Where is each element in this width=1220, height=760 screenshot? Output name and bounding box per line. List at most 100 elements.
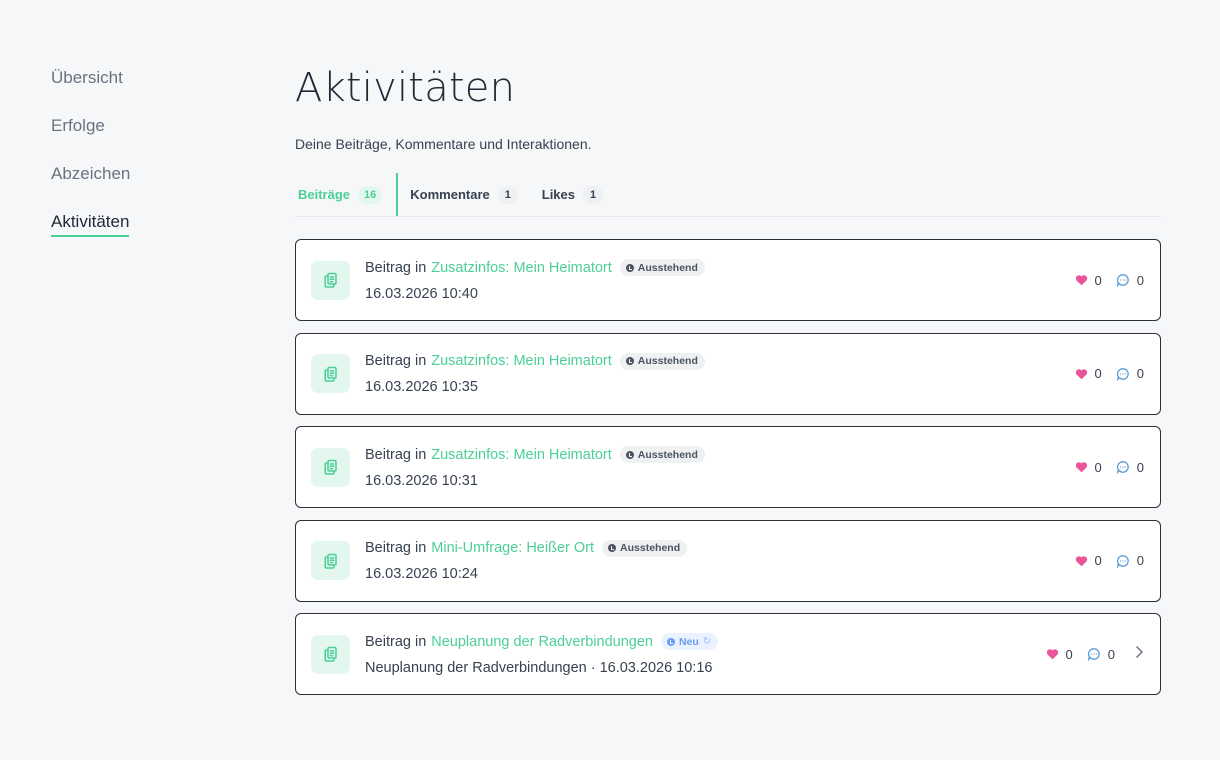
sidebar-item-activities[interactable]: Aktivitäten bbox=[51, 208, 231, 256]
status-badge: Ausstehend bbox=[619, 446, 705, 463]
status-label: Ausstehend bbox=[620, 542, 681, 554]
chat-bubble-icon bbox=[1087, 648, 1100, 661]
clipboard-copy-icon bbox=[311, 260, 350, 300]
comment-count-value: 0 bbox=[1136, 272, 1144, 288]
status-badge: Ausstehend bbox=[619, 259, 705, 276]
page-title: Aktivitäten bbox=[295, 65, 516, 111]
post-card[interactable]: Beitrag in Zusatzinfos: Mein Heimatort A… bbox=[295, 332, 1161, 415]
chat-bubble-icon bbox=[1116, 554, 1129, 568]
post-prefix: Beitrag in bbox=[365, 540, 427, 556]
post-prefix: Beitrag in bbox=[365, 633, 427, 650]
like-count-value: 0 bbox=[1094, 553, 1102, 568]
chevron-right-icon[interactable] bbox=[1135, 645, 1144, 664]
clock-icon bbox=[625, 263, 634, 272]
post-details: 16.03.2026 10:35 bbox=[365, 379, 478, 395]
post-topic-link[interactable]: Neuplanung der Radverbindungen bbox=[431, 634, 653, 650]
post-card-body: Beitrag in Zusatzinfos: Mein Heimatort A… bbox=[365, 257, 1075, 304]
post-prefix: Beitrag in bbox=[365, 259, 427, 276]
comment-count-value: 0 bbox=[1107, 646, 1115, 662]
comment-count-value: 0 bbox=[1136, 553, 1144, 568]
comment-count: 0 bbox=[1087, 647, 1115, 662]
post-card[interactable]: Beitrag in Zusatzinfos: Mein Heimatort A… bbox=[295, 239, 1161, 321]
sidebar-item-achievements[interactable]: Erfolge bbox=[51, 112, 231, 160]
status-badge: Ausstehend bbox=[602, 539, 688, 557]
clipboard-copy-icon bbox=[311, 634, 350, 674]
clipboard-copy-icon bbox=[311, 541, 350, 580]
clock-icon bbox=[608, 544, 617, 552]
tab-label: Beiträge bbox=[298, 187, 351, 202]
post-card[interactable]: Beitrag in Zusatzinfos: Mein Heimatort A… bbox=[295, 426, 1161, 508]
chat-bubble-icon bbox=[1116, 274, 1129, 287]
post-prefix: Beitrag in bbox=[365, 446, 427, 463]
post-topic-link[interactable]: Zusatzinfos: Mein Heimatort bbox=[431, 353, 612, 369]
post-topic-link[interactable]: Zusatzinfos: Mein Heimatort bbox=[431, 260, 612, 276]
status-label: Ausstehend bbox=[637, 261, 698, 274]
like-count-value: 0 bbox=[1094, 272, 1102, 288]
status-badge: Neu ↻ bbox=[660, 633, 719, 650]
post-card[interactable]: Beitrag in Mini-Umfrage: Heißer Ort Auss… bbox=[295, 519, 1161, 602]
tab-comments[interactable]: Kommentare 1 bbox=[398, 173, 529, 216]
refresh-icon: ↻ bbox=[702, 636, 712, 647]
tab-posts[interactable]: Beiträge 16 bbox=[295, 173, 399, 216]
sidebar-item-label: Übersicht bbox=[51, 68, 123, 87]
status-badge: Ausstehend bbox=[619, 352, 705, 370]
like-count-value: 0 bbox=[1065, 646, 1073, 662]
clipboard-copy-icon bbox=[311, 354, 350, 393]
tab-count-badge: 16 bbox=[358, 185, 383, 204]
comment-count: 0 bbox=[1116, 553, 1144, 568]
post-card-body: Beitrag in Mini-Umfrage: Heißer Ort Auss… bbox=[365, 537, 1075, 584]
heart-icon bbox=[1075, 368, 1087, 379]
sidebar-item-label: Abzeichen bbox=[51, 164, 131, 183]
heart-icon bbox=[1046, 649, 1058, 660]
post-heading: Beitrag in Zusatzinfos: Mein Heimatort A… bbox=[365, 350, 1075, 372]
page-subtitle: Deine Beiträge, Kommentare und Interakti… bbox=[295, 136, 592, 152]
post-details: 16.03.2026 10:40 bbox=[365, 285, 478, 302]
status-label: Ausstehend bbox=[637, 448, 698, 461]
post-stats: 0 0 bbox=[1075, 460, 1144, 475]
tab-label: Kommentare bbox=[410, 187, 490, 202]
post-stats: 0 0 bbox=[1075, 273, 1144, 288]
post-stats: 0 0 bbox=[1075, 553, 1144, 568]
clipboard-copy-icon bbox=[311, 447, 350, 487]
post-topic-link[interactable]: Zusatzinfos: Mein Heimatort bbox=[431, 447, 612, 463]
activities-page: Übersicht Erfolge Abzeichen Aktivitäten … bbox=[0, 0, 1220, 760]
heart-icon bbox=[1075, 462, 1087, 473]
post-details: 16.03.2026 10:24 bbox=[365, 566, 478, 582]
status-label: Neu bbox=[678, 635, 699, 648]
tab-count-badge: 1 bbox=[583, 185, 603, 204]
tab-count-badge: 1 bbox=[497, 185, 518, 204]
activity-tabs: Beiträge 16 Kommentare 1 Likes 1 bbox=[295, 173, 1161, 217]
sidebar-item-label: Aktivitäten bbox=[51, 211, 130, 237]
sidebar-item-badges[interactable]: Abzeichen bbox=[51, 160, 231, 208]
comment-count: 0 bbox=[1116, 273, 1144, 288]
post-heading: Beitrag in Mini-Umfrage: Heißer Ort Auss… bbox=[365, 537, 1075, 559]
chat-bubble-icon bbox=[1116, 367, 1129, 381]
like-count: 0 bbox=[1075, 553, 1102, 568]
sidebar-item-overview[interactable]: Übersicht bbox=[51, 64, 231, 112]
sidebar: Übersicht Erfolge Abzeichen Aktivitäten bbox=[51, 64, 231, 256]
post-stats: 0 0 bbox=[1046, 645, 1144, 664]
post-heading: Beitrag in Neuplanung der Radverbindunge… bbox=[365, 631, 1046, 653]
like-count-value: 0 bbox=[1094, 366, 1102, 381]
clock-icon bbox=[625, 357, 634, 365]
post-card[interactable]: Beitrag in Neuplanung der Radverbindunge… bbox=[295, 613, 1161, 695]
heart-icon bbox=[1075, 275, 1087, 286]
like-count: 0 bbox=[1075, 460, 1102, 475]
tab-likes[interactable]: Likes 1 bbox=[530, 173, 615, 216]
main-content: Aktivitäten Deine Beiträge, Kommentare u… bbox=[295, 60, 1161, 707]
like-count: 0 bbox=[1075, 273, 1102, 288]
tab-label: Likes bbox=[541, 187, 575, 202]
chat-bubble-icon bbox=[1116, 461, 1129, 474]
post-card-body: Beitrag in Neuplanung der Radverbindunge… bbox=[365, 631, 1046, 678]
sidebar-item-label: Erfolge bbox=[51, 116, 105, 135]
comment-count-value: 0 bbox=[1136, 459, 1144, 475]
post-prefix: Beitrag in bbox=[365, 353, 427, 369]
like-count-value: 0 bbox=[1094, 459, 1102, 475]
info-dot-icon bbox=[666, 637, 675, 646]
post-topic-link[interactable]: Mini-Umfrage: Heißer Ort bbox=[431, 540, 594, 556]
like-count: 0 bbox=[1075, 366, 1102, 381]
post-list: Beitrag in Zusatzinfos: Mein Heimatort A… bbox=[295, 239, 1161, 695]
like-count: 0 bbox=[1046, 647, 1073, 662]
post-details: 16.03.2026 10:31 bbox=[365, 472, 478, 489]
comment-count-value: 0 bbox=[1136, 366, 1144, 381]
